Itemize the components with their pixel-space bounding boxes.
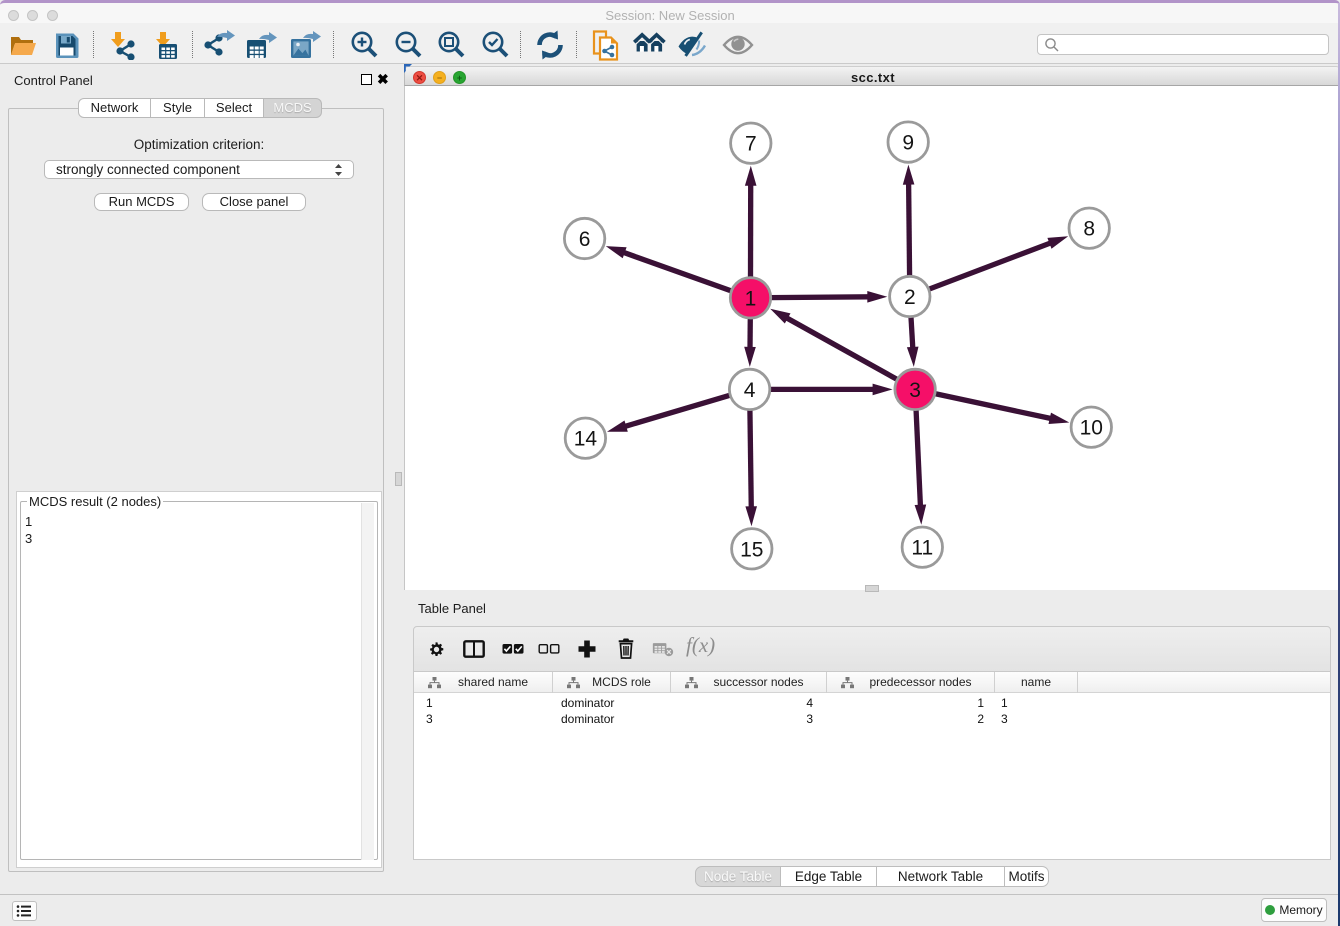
svg-text:11: 11: [911, 537, 933, 560]
svg-text:6: 6: [579, 228, 591, 251]
svg-text:2: 2: [904, 286, 916, 309]
svg-text:14: 14: [574, 428, 598, 451]
svg-text:9: 9: [902, 132, 914, 155]
svg-text:15: 15: [740, 538, 763, 561]
svg-text:4: 4: [744, 379, 756, 402]
svg-text:1: 1: [745, 287, 757, 310]
svg-text:10: 10: [1080, 417, 1103, 440]
svg-text:3: 3: [909, 379, 921, 402]
svg-text:7: 7: [745, 133, 757, 156]
svg-text:8: 8: [1083, 218, 1095, 241]
